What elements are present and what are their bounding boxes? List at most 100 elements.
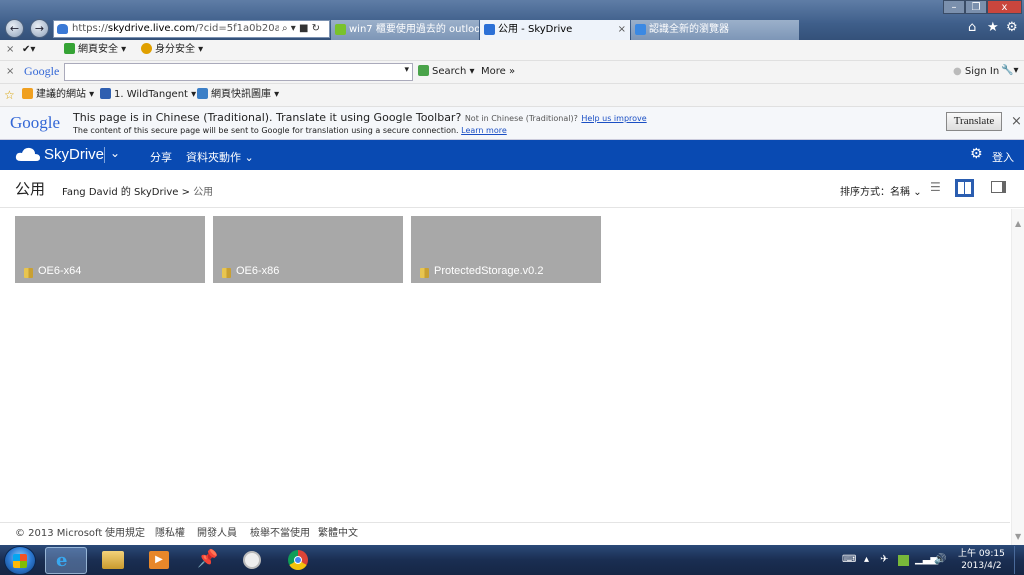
taskbar-clock-app[interactable]: [231, 547, 273, 574]
close-tab-icon[interactable]: ×: [618, 20, 626, 39]
footer-link-terms[interactable]: 使用規定: [105, 523, 145, 545]
keyboard-icon[interactable]: ⌨: [842, 554, 856, 565]
back-button[interactable]: ←: [5, 19, 24, 38]
translate-message-line: This page is in Chinese (Traditional). T…: [73, 111, 647, 124]
breadcrumb-owner-link[interactable]: Fang David 的 SkyDrive: [62, 187, 178, 198]
app-switcher-chevron-icon[interactable]: ⌄: [110, 146, 120, 160]
web-slice-icon: [197, 88, 208, 99]
footer-link-developers[interactable]: 開發人員: [197, 523, 237, 545]
favorite-label: 建議的網站: [36, 89, 86, 100]
breadcrumb-current: 公用: [193, 187, 214, 198]
close-google-toolbar-icon[interactable]: ×: [6, 65, 14, 79]
taskbar-ie[interactable]: e: [45, 547, 87, 574]
skydrive-brand[interactable]: SkyDrive: [44, 146, 104, 163]
scroll-down-arrow-icon[interactable]: ▼: [1015, 532, 1021, 541]
taskbar-explorer[interactable]: [92, 547, 134, 574]
page-scrollbar[interactable]: ▲ ▼: [1011, 209, 1024, 545]
learn-more-link[interactable]: Learn more: [461, 126, 507, 135]
clock-app-icon: [243, 551, 261, 569]
skydrive-favicon-icon: [57, 24, 68, 34]
google-logo: Google: [24, 64, 60, 78]
chevron-down-icon[interactable]: ▾: [404, 65, 409, 75]
translate-note: Not in Chinese (Traditional)?: [464, 114, 578, 123]
scroll-up-arrow-icon[interactable]: ▲: [1015, 219, 1021, 228]
footer-link-report-abuse[interactable]: 檢舉不當使用: [250, 523, 310, 545]
wrench-icon[interactable]: 🔧▾: [1001, 64, 1018, 78]
google-sign-in[interactable]: ● Sign In: [953, 65, 999, 79]
header-divider: [104, 147, 105, 163]
folder-name: OE6-x64: [38, 265, 82, 277]
skydrive-header: SkyDrive ⌄ 分享 資料夾動作 ⌄ ⚙ 登入: [0, 140, 1024, 170]
volume-icon[interactable]: 🔊: [934, 554, 946, 565]
google-search-input[interactable]: ▾: [64, 63, 413, 81]
suggested-sites-icon: [22, 88, 33, 99]
identity-menu[interactable]: 身分安全 ▾: [141, 43, 203, 57]
taskbar-chrome[interactable]: [277, 547, 319, 574]
minimize-button[interactable]: –: [943, 0, 965, 14]
command-bar: × ✔▾ 網頁安全 ▾ 身分安全 ▾: [0, 40, 1024, 61]
search-icon: [418, 65, 429, 76]
sort-menu[interactable]: 排序方式：名稱 ⌄: [840, 183, 922, 198]
folder-icon: [102, 551, 124, 569]
media-player-icon: ▶: [149, 551, 169, 569]
breadcrumb: Fang David 的 SkyDrive > 公用: [62, 183, 213, 198]
taskbar-pin-app[interactable]: 📌: [185, 547, 227, 574]
search-icon[interactable]: ⌕: [282, 23, 288, 34]
translate-message: This page is in Chinese (Traditional). T…: [73, 111, 462, 124]
translate-button[interactable]: Translate: [946, 112, 1002, 131]
folder-tile[interactable]: OE6-x64: [15, 216, 205, 283]
safety-label: 網頁安全: [78, 44, 118, 55]
folder-tile[interactable]: OE6-x86: [213, 216, 403, 283]
folder-tile[interactable]: ProtectedStorage.v0.2: [411, 216, 601, 283]
forward-button[interactable]: →: [30, 19, 49, 38]
safety-menu[interactable]: 網頁安全 ▾: [64, 43, 126, 57]
favorite-label: 網頁快訊圖庫: [211, 89, 271, 100]
pin-tray-icon[interactable]: ✈: [880, 554, 888, 565]
lock-icon: ■: [299, 23, 309, 34]
favorite-suggested-sites[interactable]: 建議的網站 ▾: [22, 88, 94, 102]
tab-label: 認識全新的瀏覽器: [649, 24, 729, 35]
gear-icon[interactable]: ⚙: [1006, 20, 1018, 35]
tab-outlook[interactable]: win7 櫃要使用過去的 outlook…: [331, 20, 479, 40]
google-search-button[interactable]: Search ▾: [418, 65, 475, 79]
settings-gear-icon[interactable]: ⚙: [970, 146, 983, 162]
favorite-wildtangent[interactable]: 1. WildTangent ▾: [100, 88, 196, 102]
show-hidden-icons-icon[interactable]: ▴: [864, 554, 869, 565]
security-tray-icon[interactable]: [898, 555, 909, 566]
footer-link-privacy[interactable]: 隱私權: [155, 523, 185, 545]
breadcrumb-separator: >: [181, 187, 190, 198]
dropdown-icon[interactable]: ▾: [291, 23, 296, 34]
footer-link-language[interactable]: 繁體中文: [318, 523, 358, 545]
start-button[interactable]: [4, 546, 36, 575]
share-button[interactable]: 分享: [150, 149, 172, 165]
close-window-button[interactable]: x: [987, 0, 1022, 14]
taskbar-media-player[interactable]: ▶: [138, 547, 180, 574]
details-pane-icon[interactable]: [991, 181, 1006, 193]
translate-subline: The content of this secure page will be …: [73, 126, 507, 135]
folder-actions-menu[interactable]: 資料夾動作 ⌄: [186, 149, 254, 165]
thumbnail-view-icon[interactable]: [955, 179, 974, 197]
page-title: 公用: [15, 180, 46, 198]
favorite-web-slice[interactable]: 網頁快訊圖庫 ▾: [197, 88, 279, 102]
suggest-check-icon[interactable]: ✔▾: [22, 43, 35, 57]
help-us-improve-link[interactable]: Help us improve: [581, 114, 646, 123]
show-desktop-button[interactable]: [1014, 546, 1024, 574]
close-toolbar-icon[interactable]: ×: [6, 43, 14, 57]
tab-new-browser[interactable]: 認識全新的瀏覽器: [631, 20, 799, 40]
close-translate-bar-icon[interactable]: ×: [1011, 114, 1022, 129]
favorites-star-icon[interactable]: ★: [987, 20, 999, 35]
skydrive-favicon-icon: [484, 24, 495, 35]
favorites-icon[interactable]: ☆: [4, 88, 15, 102]
identity-label: 身分安全: [155, 44, 195, 55]
refresh-icon[interactable]: ↻: [312, 23, 320, 34]
more-button[interactable]: More »: [481, 65, 515, 79]
home-icon[interactable]: ⌂: [968, 20, 976, 35]
list-view-icon[interactable]: ☰: [930, 180, 941, 194]
folder-icon: [420, 268, 429, 278]
maximize-button[interactable]: ❐: [965, 0, 987, 14]
folder-name: ProtectedStorage.v0.2: [434, 265, 544, 277]
sign-in-link[interactable]: 登入: [992, 149, 1014, 165]
google-toolbar: × Google ▾ Search ▾ More » ● Sign In 🔧▾: [0, 61, 1024, 84]
tray-clock[interactable]: 上午 09:15 2013/4/2: [958, 548, 1005, 572]
tab-skydrive-active[interactable]: 公用 - SkyDrive ×: [480, 20, 630, 40]
